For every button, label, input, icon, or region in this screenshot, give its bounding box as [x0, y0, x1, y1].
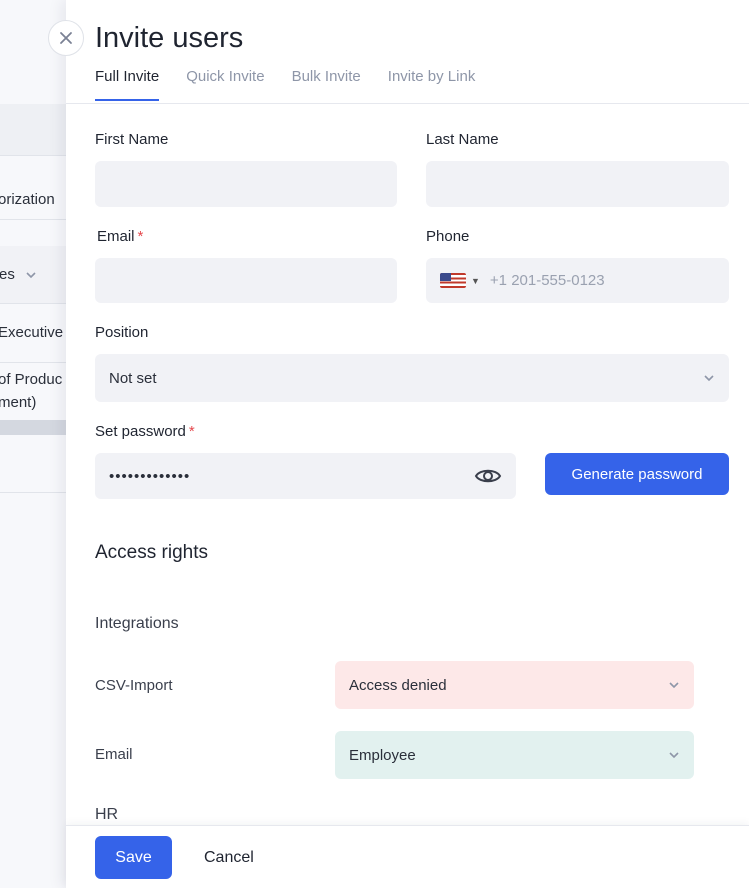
- csv-import-access-value: Access denied: [349, 676, 447, 694]
- email-label-text: Email: [97, 228, 135, 245]
- background-divider: [0, 362, 70, 363]
- phone-field: ▼: [426, 258, 729, 303]
- position-value: Not set: [109, 369, 157, 387]
- background-divider: [0, 219, 70, 220]
- tab-bulk-invite[interactable]: Bulk Invite: [292, 68, 361, 101]
- phone-input[interactable]: [489, 272, 710, 289]
- background-row-text: Executive: [0, 324, 64, 341]
- background-divider: [0, 303, 70, 304]
- password-input[interactable]: •••••••••••••: [95, 453, 516, 499]
- email-access-select[interactable]: Employee: [335, 731, 694, 779]
- chevron-down-icon: [26, 272, 36, 279]
- eye-icon[interactable]: [474, 466, 502, 486]
- tab-invite-by-link[interactable]: Invite by Link: [388, 68, 476, 101]
- us-flag-icon: [440, 273, 466, 288]
- background-row-text: ment): [0, 394, 37, 411]
- tab-bar: Full Invite Quick Invite Bulk Invite Inv…: [95, 68, 502, 101]
- tab-quick-invite[interactable]: Quick Invite: [186, 68, 264, 101]
- cancel-button[interactable]: Cancel: [204, 836, 254, 879]
- email-access-label: Email: [95, 746, 133, 763]
- invite-users-panel: Invite users Full Invite Quick Invite Bu…: [66, 0, 749, 888]
- email-input[interactable]: [95, 258, 397, 303]
- integrations-title: Integrations: [95, 615, 179, 632]
- close-button[interactable]: [48, 20, 84, 56]
- close-icon: [60, 32, 72, 44]
- position-label: Position: [95, 324, 149, 341]
- csv-import-access-select[interactable]: Access denied: [335, 661, 694, 709]
- background-page: orization es Executive of Produc ment): [0, 0, 70, 888]
- first-name-label: First Name: [95, 131, 169, 148]
- last-name-label: Last Name: [426, 131, 499, 148]
- background-header-band: [0, 104, 70, 156]
- hr-title: HR: [95, 806, 119, 823]
- chevron-down-icon: [669, 682, 679, 689]
- page-title: Invite users: [95, 22, 244, 54]
- background-highlight-band: [0, 420, 70, 435]
- background-row-text: orization: [0, 191, 55, 208]
- generate-password-button[interactable]: Generate password: [545, 453, 729, 495]
- background-divider: [0, 492, 70, 493]
- tabs-divider: [66, 103, 749, 104]
- required-mark: *: [137, 228, 144, 245]
- caret-down-icon: ▼: [471, 275, 480, 286]
- position-select[interactable]: Not set: [95, 354, 729, 402]
- background-row-text: of Produc: [0, 371, 63, 388]
- set-password-label: Set password *: [95, 423, 195, 440]
- save-button[interactable]: Save: [95, 836, 172, 879]
- footer-bar: Save Cancel: [66, 825, 749, 888]
- chevron-down-icon: [704, 375, 714, 382]
- background-row-text: es: [0, 266, 69, 283]
- country-selector[interactable]: ▼: [440, 273, 490, 288]
- last-name-input[interactable]: [426, 161, 729, 207]
- csv-import-label: CSV-Import: [95, 677, 173, 694]
- chevron-down-icon: [669, 752, 679, 759]
- password-value: •••••••••••••: [109, 467, 191, 485]
- required-mark: *: [188, 423, 195, 440]
- email-access-value: Employee: [349, 746, 416, 764]
- email-label: Email *: [97, 228, 143, 245]
- tab-full-invite[interactable]: Full Invite: [95, 68, 160, 101]
- phone-label: Phone: [426, 228, 470, 245]
- set-password-label-text: Set password: [95, 423, 186, 440]
- access-rights-title: Access rights: [95, 542, 208, 563]
- first-name-input[interactable]: [95, 161, 397, 207]
- background-divider: [0, 155, 70, 156]
